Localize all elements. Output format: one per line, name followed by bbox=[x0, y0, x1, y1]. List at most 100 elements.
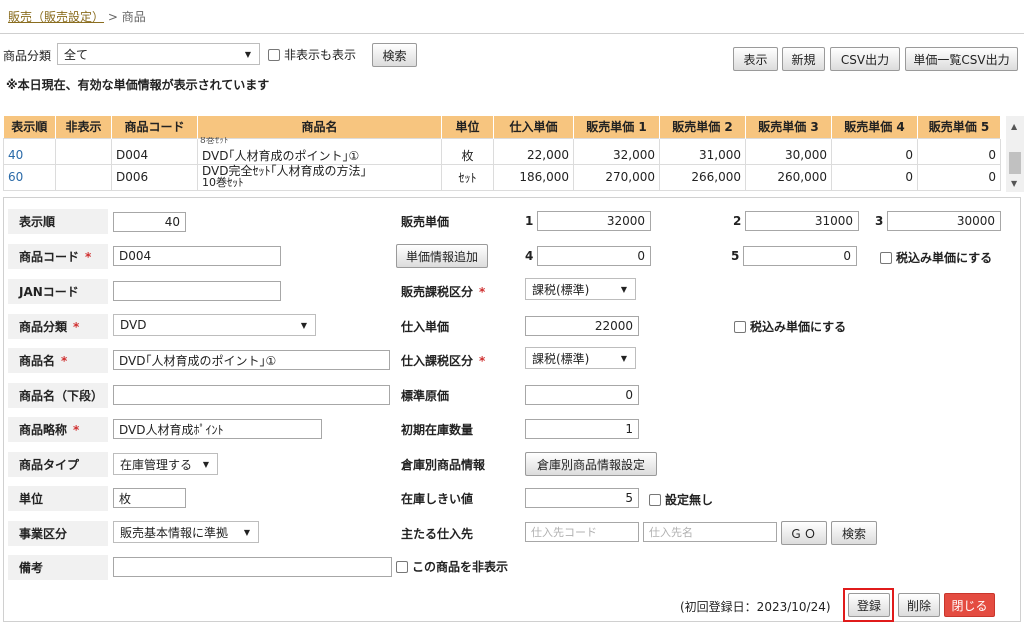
supplier-search-button[interactable]: 検索 bbox=[831, 521, 877, 545]
add-price-info-button[interactable]: 単価情報追加 bbox=[396, 244, 488, 268]
col-header-hidden[interactable]: 非表示 bbox=[55, 116, 112, 138]
csv-export-button[interactable]: CSV出力 bbox=[830, 47, 900, 71]
table-row[interactable]: 60 D006 DVD完全ｾｯﾄ｢人材育成の方法｣ 10巻ｾｯﾄ ｾｯﾄ 186,… bbox=[3, 163, 1001, 191]
col-header-sales-price-5[interactable]: 販売単価 5 bbox=[917, 116, 1001, 138]
category-filter-select[interactable]: 全て ▼ bbox=[57, 43, 260, 65]
scroll-down-icon[interactable]: ▼ bbox=[1011, 179, 1017, 188]
supplier-name-input[interactable]: 仕入先名 bbox=[643, 522, 777, 542]
cell-price-2: 266,000 bbox=[659, 163, 746, 191]
delete-button[interactable]: 削除 bbox=[898, 593, 940, 617]
cell-price-3: 260,000 bbox=[745, 163, 832, 191]
cell-price-1: 270,000 bbox=[573, 163, 660, 191]
col-header-sales-price-1[interactable]: 販売単価 1 bbox=[573, 116, 660, 138]
register-button[interactable]: 登録 bbox=[848, 593, 890, 617]
sales-tax-included-option[interactable]: 税込み単価にする bbox=[880, 249, 992, 266]
show-hidden-checkbox[interactable] bbox=[268, 48, 280, 61]
cell-name: DVD完全ｾｯﾄ｢人材育成の方法｣ 10巻ｾｯﾄ bbox=[197, 163, 442, 191]
business-select[interactable]: 販売基本情報に準拠 ▼ bbox=[113, 521, 259, 543]
product-name-input[interactable]: DVD｢人材育成のポイント｣① bbox=[113, 350, 390, 370]
product-name-label: 商品名 * bbox=[8, 348, 108, 373]
price-info-notice: ※本日現在、有効な単価情報が表示されています bbox=[6, 78, 270, 92]
chevron-down-icon: ▼ bbox=[202, 460, 209, 469]
hide-product-option[interactable]: この商品を非表示 bbox=[396, 558, 508, 575]
sales-price-2-input[interactable]: 31000 bbox=[745, 211, 859, 231]
product-code-input[interactable]: D004 bbox=[113, 246, 281, 266]
col-header-sales-price-4[interactable]: 販売単価 4 bbox=[831, 116, 918, 138]
chevron-down-icon: ▼ bbox=[244, 50, 251, 59]
table-row[interactable]: 40 D004 DVD｢人材育成のポイント｣① 枚 22,000 32,000 … bbox=[3, 137, 1001, 165]
col-header-product-name[interactable]: 商品名 bbox=[197, 116, 442, 138]
close-button[interactable]: 閉じる bbox=[944, 593, 995, 617]
product-code-label: 商品コード * bbox=[8, 244, 108, 269]
row-link[interactable]: 40 bbox=[8, 148, 23, 162]
jan-code-input[interactable] bbox=[113, 281, 281, 301]
chevron-down-icon: ▼ bbox=[243, 528, 250, 537]
warehouse-settings-button[interactable]: 倉庫別商品情報設定 bbox=[525, 452, 657, 476]
product-table: 表示順 非表示 商品コード 商品名 単位 仕入単価 販売単価 1 販売単価 2 … bbox=[3, 116, 1001, 191]
sales-price-3-input[interactable]: 30000 bbox=[887, 211, 1001, 231]
product-type-select[interactable]: 在庫管理する ▼ bbox=[113, 453, 218, 475]
new-button[interactable]: 新規 bbox=[782, 47, 825, 71]
remarks-input[interactable] bbox=[113, 557, 392, 577]
initial-stock-input[interactable]: 1 bbox=[525, 419, 639, 439]
sales-tax-select[interactable]: 課税(標準) ▼ bbox=[525, 278, 636, 300]
col-header-sales-price-3[interactable]: 販売単価 3 bbox=[745, 116, 832, 138]
sales-tax-included-label: 税込み単価にする bbox=[896, 251, 993, 265]
category-label: 商品分類 * bbox=[8, 314, 108, 339]
standard-cost-input[interactable]: 0 bbox=[525, 385, 639, 405]
breadcrumb-separator: > bbox=[107, 10, 118, 24]
col-header-unit[interactable]: 単位 bbox=[441, 116, 494, 138]
sales-price-1-input[interactable]: 32000 bbox=[537, 211, 651, 231]
sales-price-4-input[interactable]: 0 bbox=[537, 246, 651, 266]
no-threshold-option[interactable]: 設定無し bbox=[649, 491, 713, 508]
stock-threshold-input[interactable]: 5 bbox=[525, 488, 639, 508]
cell-price-5: 0 bbox=[917, 137, 1001, 165]
show-hidden-option[interactable]: 非表示も表示 bbox=[268, 46, 356, 63]
col-header-display-order[interactable]: 表示順 bbox=[3, 116, 56, 138]
sales-price-1-number: 1 bbox=[525, 214, 534, 228]
product-name-lower-input[interactable] bbox=[113, 385, 390, 405]
short-name-input[interactable]: DVD人材育成ﾎﾟｲﾝﾄ bbox=[113, 419, 322, 439]
sales-price-2-number: 2 bbox=[733, 214, 742, 228]
jan-code-label: JANコード bbox=[8, 279, 108, 304]
breadcrumb-divider bbox=[0, 33, 1024, 34]
cost-tax-select[interactable]: 課税(標準) ▼ bbox=[525, 347, 636, 369]
initial-stock-label: 初期在庫数量 bbox=[401, 423, 474, 437]
first-registered-date: (初回登録日：2023/10/24) bbox=[680, 600, 831, 614]
cost-price-input[interactable]: 22000 bbox=[525, 316, 639, 336]
show-hidden-label: 非表示も表示 bbox=[284, 48, 357, 62]
row-link[interactable]: 60 bbox=[8, 170, 23, 184]
cell-code: D004 bbox=[111, 137, 198, 165]
supplier-go-button[interactable]: ＧＯ bbox=[781, 521, 827, 545]
scroll-up-icon[interactable]: ▲ bbox=[1011, 122, 1017, 131]
short-name-label: 商品略称 * bbox=[8, 417, 108, 442]
cell-order[interactable]: 40 bbox=[3, 137, 56, 165]
sales-price-5-input[interactable]: 0 bbox=[743, 246, 857, 266]
filter-search-button[interactable]: 検索 bbox=[372, 43, 417, 67]
hide-product-checkbox[interactable] bbox=[396, 560, 408, 573]
sales-tax-included-checkbox[interactable] bbox=[880, 251, 892, 264]
show-button[interactable]: 表示 bbox=[733, 47, 778, 71]
no-threshold-label: 設定無し bbox=[665, 493, 714, 507]
display-order-label: 表示順 bbox=[8, 209, 108, 234]
business-label: 事業区分 bbox=[8, 521, 108, 546]
no-threshold-checkbox[interactable] bbox=[649, 493, 661, 506]
cost-tax-included-checkbox[interactable] bbox=[734, 320, 746, 333]
col-header-sales-price-2[interactable]: 販売単価 2 bbox=[659, 116, 746, 138]
unit-input[interactable]: 枚 bbox=[113, 488, 186, 508]
cell-order[interactable]: 60 bbox=[3, 163, 56, 191]
cell-price-4: 0 bbox=[831, 163, 918, 191]
supplier-code-input[interactable]: 仕入先コード bbox=[525, 522, 639, 542]
cell-hidden bbox=[55, 137, 112, 165]
display-order-input[interactable]: 40 bbox=[113, 212, 186, 232]
breadcrumb-link-sales-settings[interactable]: 販売（販売設定） bbox=[8, 10, 104, 24]
breadcrumb-current: 商品 bbox=[121, 10, 146, 24]
col-header-product-code[interactable]: 商品コード bbox=[111, 116, 198, 138]
category-select[interactable]: DVD ▼ bbox=[113, 314, 316, 336]
col-header-cost-price[interactable]: 仕入単価 bbox=[493, 116, 574, 138]
price-list-csv-button[interactable]: 単価一覧CSV出力 bbox=[905, 47, 1018, 71]
table-scrollbar[interactable]: ▲ ▼ bbox=[1006, 116, 1024, 192]
cost-tax-included-option[interactable]: 税込み単価にする bbox=[734, 318, 846, 335]
cell-price-3: 30,000 bbox=[745, 137, 832, 165]
scrollbar-thumb[interactable] bbox=[1009, 152, 1021, 174]
